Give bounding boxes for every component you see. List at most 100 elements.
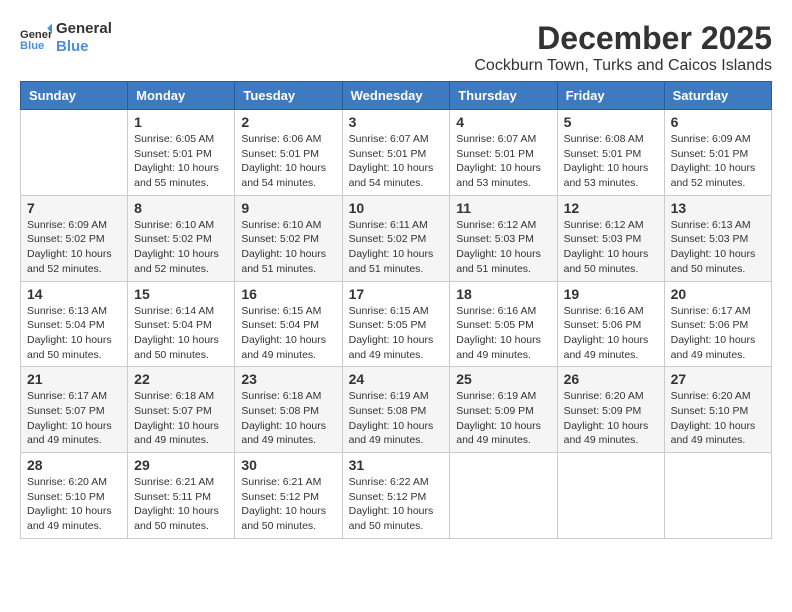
day-number: 28 bbox=[27, 457, 121, 473]
calendar-week-row: 14Sunrise: 6:13 AMSunset: 5:04 PMDayligh… bbox=[21, 281, 772, 367]
calendar-cell: 5 Sunrise: 6:08 AMSunset: 5:01 PMDaylight… bbox=[557, 110, 664, 196]
day-number: 23 bbox=[241, 371, 335, 387]
day-number: 1 bbox=[134, 114, 228, 130]
day-info: Sunrise: 6:20 AMSunset: 5:10 PMDaylight:… bbox=[671, 389, 765, 448]
title-block: December 2025 Cockburn Town, Turks and C… bbox=[474, 20, 772, 75]
calendar-cell: 12Sunrise: 6:12 AMSunset: 5:03 PMDayligh… bbox=[557, 195, 664, 281]
day-info: Sunrise: 6:21 AMSunset: 5:12 PMDaylight:… bbox=[241, 475, 335, 534]
calendar-cell: 21 Sunrise: 6:17 AMSunset: 5:07 PMDayligh… bbox=[21, 367, 128, 453]
calendar-week-row: 21 Sunrise: 6:17 AMSunset: 5:07 PMDayligh… bbox=[21, 367, 772, 453]
day-number: 15 bbox=[134, 286, 228, 302]
calendar-cell bbox=[557, 453, 664, 539]
calendar-cell: 17Sunrise: 6:15 AMSunset: 5:05 PMDayligh… bbox=[342, 281, 450, 367]
day-info: Sunrise: 6:05 AMSunset: 5:01 PMDaylight:… bbox=[134, 132, 228, 191]
calendar-cell: 3Sunrise: 6:07 AMSunset: 5:01 PMDaylight… bbox=[342, 110, 450, 196]
logo-blue-text: Blue bbox=[56, 38, 112, 56]
calendar-cell: 1 Sunrise: 6:05 AMSunset: 5:01 PMDaylight… bbox=[128, 110, 235, 196]
day-number: 11 bbox=[456, 200, 550, 216]
day-number: 21 bbox=[27, 371, 121, 387]
logo-general-text: General bbox=[56, 20, 112, 38]
logo: General Blue General Blue bbox=[20, 20, 112, 56]
day-number: 30 bbox=[241, 457, 335, 473]
weekday-header-tuesday: Tuesday bbox=[235, 82, 342, 110]
weekday-header-monday: Monday bbox=[128, 82, 235, 110]
calendar-cell: 14Sunrise: 6:13 AMSunset: 5:04 PMDayligh… bbox=[21, 281, 128, 367]
calendar-cell: 27 Sunrise: 6:20 AMSunset: 5:10 PMDayligh… bbox=[664, 367, 771, 453]
day-number: 18 bbox=[456, 286, 550, 302]
calendar-cell: 15 Sunrise: 6:14 AMSunset: 5:04 PMDayligh… bbox=[128, 281, 235, 367]
day-info: Sunrise: 6:16 AMSunset: 5:06 PMDaylight:… bbox=[564, 304, 658, 363]
calendar-cell: 20Sunrise: 6:17 AMSunset: 5:06 PMDayligh… bbox=[664, 281, 771, 367]
day-number: 4 bbox=[456, 114, 550, 130]
day-number: 12 bbox=[564, 200, 658, 216]
weekday-header-friday: Friday bbox=[557, 82, 664, 110]
day-number: 24 bbox=[349, 371, 444, 387]
month-title: December 2025 bbox=[474, 20, 772, 57]
day-number: 13 bbox=[671, 200, 765, 216]
calendar-cell: 22Sunrise: 6:18 AMSunset: 5:07 PMDayligh… bbox=[128, 367, 235, 453]
weekday-header-saturday: Saturday bbox=[664, 82, 771, 110]
calendar-cell: 31Sunrise: 6:22 AMSunset: 5:12 PMDayligh… bbox=[342, 453, 450, 539]
svg-text:Blue: Blue bbox=[20, 40, 44, 52]
logo-icon: General Blue bbox=[20, 22, 52, 54]
calendar-cell: 2Sunrise: 6:06 AMSunset: 5:01 PMDaylight… bbox=[235, 110, 342, 196]
calendar-week-row: 28 Sunrise: 6:20 AMSunset: 5:10 PMDayligh… bbox=[21, 453, 772, 539]
calendar-cell: 9Sunrise: 6:10 AMSunset: 5:02 PMDaylight… bbox=[235, 195, 342, 281]
day-info: Sunrise: 6:17 AMSunset: 5:07 PMDaylight:… bbox=[27, 389, 121, 448]
calendar-cell: 24Sunrise: 6:19 AMSunset: 5:08 PMDayligh… bbox=[342, 367, 450, 453]
day-number: 6 bbox=[671, 114, 765, 130]
calendar-cell: 16Sunrise: 6:15 AMSunset: 5:04 PMDayligh… bbox=[235, 281, 342, 367]
calendar-cell bbox=[21, 110, 128, 196]
day-info: Sunrise: 6:22 AMSunset: 5:12 PMDaylight:… bbox=[349, 475, 444, 534]
day-info: Sunrise: 6:13 AMSunset: 5:03 PMDaylight:… bbox=[671, 218, 765, 277]
calendar-cell: 4 Sunrise: 6:07 AMSunset: 5:01 PMDaylight… bbox=[450, 110, 557, 196]
day-info: Sunrise: 6:12 AMSunset: 5:03 PMDaylight:… bbox=[456, 218, 550, 277]
calendar-cell: 28 Sunrise: 6:20 AMSunset: 5:10 PMDayligh… bbox=[21, 453, 128, 539]
weekday-header-wednesday: Wednesday bbox=[342, 82, 450, 110]
day-info: Sunrise: 6:06 AMSunset: 5:01 PMDaylight:… bbox=[241, 132, 335, 191]
calendar-cell bbox=[664, 453, 771, 539]
svg-text:General: General bbox=[20, 29, 52, 41]
header: General Blue General Blue December 2025 … bbox=[20, 20, 772, 75]
calendar-week-row: 7 Sunrise: 6:09 AMSunset: 5:02 PMDaylight… bbox=[21, 195, 772, 281]
day-info: Sunrise: 6:09 AMSunset: 5:01 PMDaylight:… bbox=[671, 132, 765, 191]
day-number: 8 bbox=[134, 200, 228, 216]
day-info: Sunrise: 6:10 AMSunset: 5:02 PMDaylight:… bbox=[134, 218, 228, 277]
calendar-table: SundayMondayTuesdayWednesdayThursdayFrid… bbox=[20, 81, 772, 539]
day-info: Sunrise: 6:09 AMSunset: 5:02 PMDaylight:… bbox=[27, 218, 121, 277]
day-number: 16 bbox=[241, 286, 335, 302]
day-info: Sunrise: 6:14 AMSunset: 5:04 PMDaylight:… bbox=[134, 304, 228, 363]
weekday-header-thursday: Thursday bbox=[450, 82, 557, 110]
day-number: 26 bbox=[564, 371, 658, 387]
day-info: Sunrise: 6:07 AMSunset: 5:01 PMDaylight:… bbox=[456, 132, 550, 191]
day-info: Sunrise: 6:19 AMSunset: 5:09 PMDaylight:… bbox=[456, 389, 550, 448]
calendar-cell: 11 Sunrise: 6:12 AMSunset: 5:03 PMDayligh… bbox=[450, 195, 557, 281]
day-number: 25 bbox=[456, 371, 550, 387]
calendar-cell: 10Sunrise: 6:11 AMSunset: 5:02 PMDayligh… bbox=[342, 195, 450, 281]
calendar-cell: 7 Sunrise: 6:09 AMSunset: 5:02 PMDaylight… bbox=[21, 195, 128, 281]
calendar-cell: 23Sunrise: 6:18 AMSunset: 5:08 PMDayligh… bbox=[235, 367, 342, 453]
day-info: Sunrise: 6:20 AMSunset: 5:10 PMDaylight:… bbox=[27, 475, 121, 534]
day-number: 7 bbox=[27, 200, 121, 216]
calendar-cell: 26Sunrise: 6:20 AMSunset: 5:09 PMDayligh… bbox=[557, 367, 664, 453]
day-number: 5 bbox=[564, 114, 658, 130]
calendar-cell: 8 Sunrise: 6:10 AMSunset: 5:02 PMDaylight… bbox=[128, 195, 235, 281]
calendar-cell: 18 Sunrise: 6:16 AMSunset: 5:05 PMDayligh… bbox=[450, 281, 557, 367]
day-number: 9 bbox=[241, 200, 335, 216]
day-info: Sunrise: 6:16 AMSunset: 5:05 PMDaylight:… bbox=[456, 304, 550, 363]
day-number: 27 bbox=[671, 371, 765, 387]
day-number: 20 bbox=[671, 286, 765, 302]
day-number: 22 bbox=[134, 371, 228, 387]
calendar-week-row: 1 Sunrise: 6:05 AMSunset: 5:01 PMDaylight… bbox=[21, 110, 772, 196]
day-info: Sunrise: 6:13 AMSunset: 5:04 PMDaylight:… bbox=[27, 304, 121, 363]
calendar-cell: 25 Sunrise: 6:19 AMSunset: 5:09 PMDayligh… bbox=[450, 367, 557, 453]
day-number: 19 bbox=[564, 286, 658, 302]
day-info: Sunrise: 6:07 AMSunset: 5:01 PMDaylight:… bbox=[349, 132, 444, 191]
day-info: Sunrise: 6:15 AMSunset: 5:05 PMDaylight:… bbox=[349, 304, 444, 363]
calendar-header-row: SundayMondayTuesdayWednesdayThursdayFrid… bbox=[21, 82, 772, 110]
calendar-cell bbox=[450, 453, 557, 539]
calendar-cell: 13 Sunrise: 6:13 AMSunset: 5:03 PMDayligh… bbox=[664, 195, 771, 281]
calendar-cell: 30 Sunrise: 6:21 AMSunset: 5:12 PMDayligh… bbox=[235, 453, 342, 539]
day-info: Sunrise: 6:08 AMSunset: 5:01 PMDaylight:… bbox=[564, 132, 658, 191]
calendar-cell: 6 Sunrise: 6:09 AMSunset: 5:01 PMDaylight… bbox=[664, 110, 771, 196]
